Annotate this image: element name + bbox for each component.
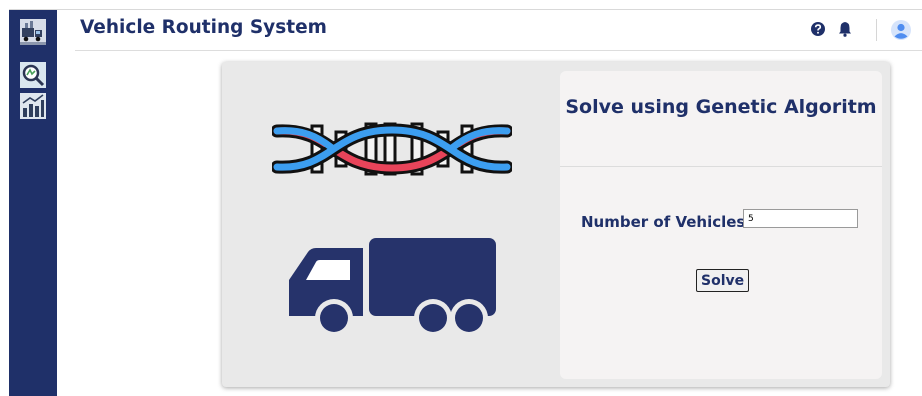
panel-divider <box>560 166 882 167</box>
route-search-icon[interactable] <box>20 62 46 88</box>
app-title: Vehicle Routing System <box>80 17 327 38</box>
vehicles-input[interactable] <box>743 209 858 228</box>
top-border <box>9 9 922 10</box>
solver-card: Solve using Genetic Algoritm Number of V… <box>222 62 890 387</box>
user-avatar-icon[interactable] <box>891 20 911 40</box>
solve-button[interactable]: Solve <box>696 269 750 292</box>
header-divider <box>876 19 877 41</box>
truck-icon <box>289 238 496 334</box>
bell-icon[interactable] <box>838 21 852 37</box>
vehicles-label: Number of Vehicles: <box>581 213 752 231</box>
header-separator <box>75 50 922 51</box>
truck-logo-icon[interactable] <box>20 19 46 45</box>
dna-icon <box>272 122 512 176</box>
panel-title: Solve using Genetic Algoritm <box>565 96 877 118</box>
sidebar <box>9 9 57 396</box>
help-icon[interactable] <box>811 22 825 36</box>
solver-panel: Solve using Genetic Algoritm Number of V… <box>560 71 882 379</box>
analytics-chart-icon[interactable] <box>20 93 46 119</box>
